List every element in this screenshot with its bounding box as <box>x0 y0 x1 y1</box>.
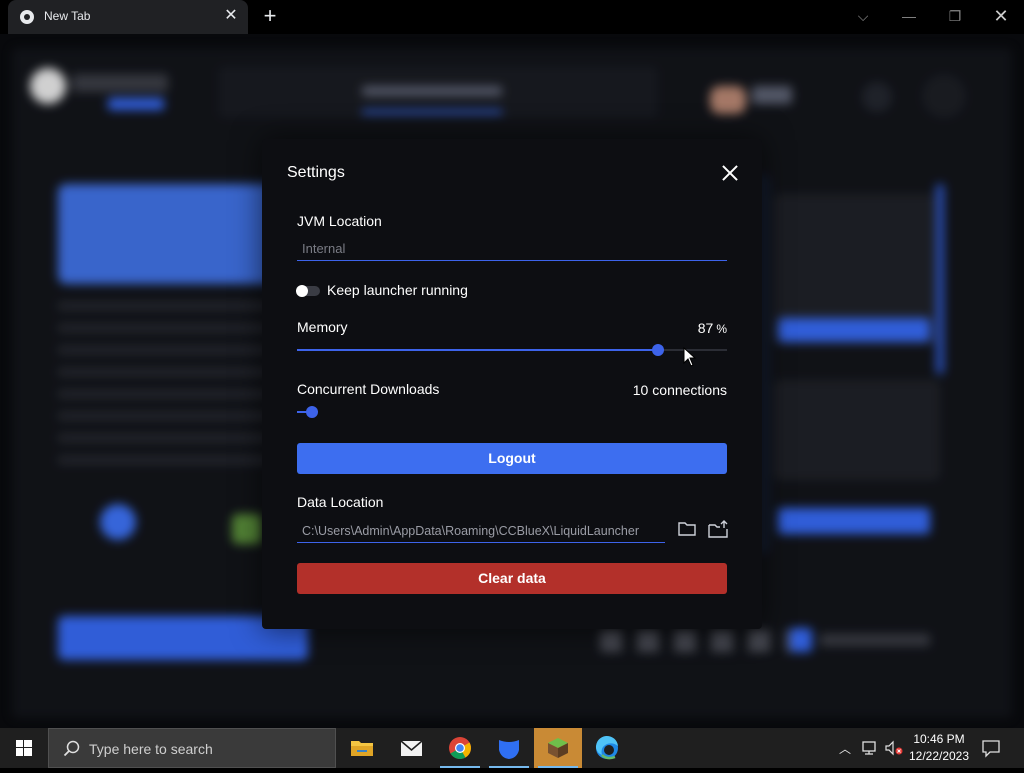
downloads-number: 10 <box>632 382 649 398</box>
data-location-label: Data Location <box>297 494 384 510</box>
news-card-button <box>778 318 930 342</box>
settings-title: Settings <box>287 164 345 181</box>
window-close-button[interactable]: ✕ <box>978 0 1024 34</box>
settings-modal: Settings JVM Location Keep launcher runn… <box>262 139 762 629</box>
tab-close-icon[interactable]: ✕ <box>222 7 240 25</box>
folder-icon[interactable] <box>677 520 697 538</box>
mail-icon[interactable] <box>387 728 435 768</box>
minecraft-icon[interactable] <box>534 728 582 768</box>
launcher-logo-wordmark <box>72 74 168 92</box>
memory-label: Memory <box>297 319 348 335</box>
minimize-button[interactable]: — <box>886 0 932 34</box>
concurrent-downloads-slider[interactable] <box>297 406 377 418</box>
concurrent-downloads-label: Concurrent Downloads <box>297 381 440 397</box>
tab-search-icon[interactable]: ⌵ <box>840 0 886 34</box>
network-icon[interactable] <box>860 740 880 756</box>
social-icon <box>790 628 812 652</box>
header-button <box>862 82 892 112</box>
edge-icon[interactable] <box>583 728 631 768</box>
data-location-field[interactable] <box>297 519 665 543</box>
news-card-button <box>778 508 930 534</box>
volume-muted-icon[interactable] <box>884 740 904 756</box>
new-tab-button[interactable]: + <box>258 4 282 28</box>
social-icons <box>600 630 800 652</box>
browser-tab-bar: New Tab ✕ + ⌵ — ❐ ✕ <box>0 0 1024 34</box>
memory-value: 87% <box>698 320 727 336</box>
downloads-slider-thumb[interactable] <box>305 406 318 418</box>
social-link-text <box>820 634 930 646</box>
shortcut-icon <box>232 514 262 544</box>
toggle-knob <box>296 285 308 297</box>
memory-slider-thumb[interactable] <box>652 344 665 356</box>
keep-launcher-running-label: Keep launcher running <box>327 282 468 298</box>
clear-data-button[interactable]: Clear data <box>297 563 727 594</box>
welcome-underline <box>362 110 502 114</box>
concurrent-downloads-value: 10 connections <box>633 382 727 398</box>
open-folder-icon[interactable] <box>707 519 729 539</box>
memory-slider[interactable] <box>297 344 727 356</box>
shield-icon[interactable] <box>485 728 533 768</box>
news-card <box>774 380 940 480</box>
jvm-location-field[interactable] <box>297 237 727 261</box>
taskbar: Type here to search ︿ 10:46 PM 12/22/202… <box>0 728 1024 768</box>
close-icon[interactable] <box>718 161 742 185</box>
file-explorer-icon[interactable] <box>338 728 386 768</box>
launcher-logo <box>30 68 66 104</box>
browser-tab[interactable]: New Tab ✕ <box>8 0 248 34</box>
avatar <box>710 86 746 114</box>
search-placeholder: Type here to search <box>89 741 213 757</box>
jvm-location-label: JVM Location <box>297 213 382 229</box>
tab-title: New Tab <box>44 9 91 23</box>
clock-date[interactable]: 12/22/2023 <box>904 749 974 763</box>
header-button <box>922 74 966 118</box>
shortcut-icon <box>100 504 136 540</box>
downloads-unit: connections <box>652 382 727 398</box>
logout-button[interactable]: Logout <box>297 443 727 474</box>
windows-start-icon[interactable] <box>0 728 48 768</box>
search-icon <box>63 740 80 757</box>
mouse-cursor-icon <box>683 346 697 367</box>
keep-launcher-running-toggle[interactable] <box>296 285 320 297</box>
chrome-favicon-icon <box>20 10 34 24</box>
show-hidden-icons-chevron-icon[interactable]: ︿ <box>836 740 854 756</box>
chrome-icon[interactable] <box>436 728 484 768</box>
memory-unit: % <box>716 322 727 336</box>
restore-button[interactable]: ❐ <box>932 0 978 34</box>
taskbar-search-box[interactable]: Type here to search <box>48 728 336 768</box>
clock-time[interactable]: 10:46 PM <box>904 732 974 746</box>
memory-slider-fill <box>297 349 659 351</box>
scrollbar <box>936 184 944 374</box>
memory-number: 87 <box>697 320 714 336</box>
launcher-logo-badge <box>108 98 164 110</box>
account-name <box>752 86 792 104</box>
notifications-icon[interactable] <box>980 738 1002 758</box>
welcome-text <box>362 86 502 96</box>
